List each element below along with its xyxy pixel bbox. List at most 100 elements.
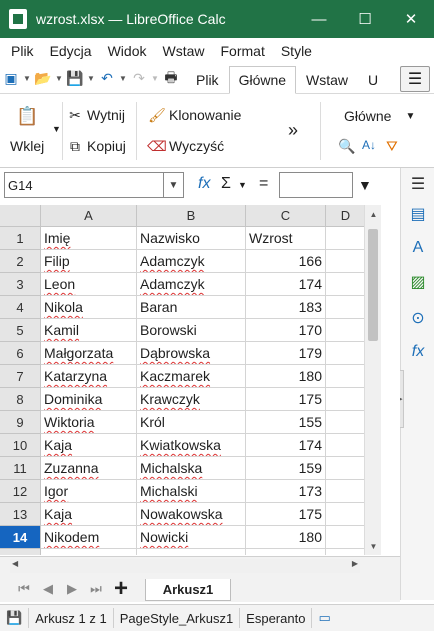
row-header[interactable]: 5 xyxy=(0,319,41,342)
styles-icon[interactable]: A xyxy=(408,238,428,258)
row-header[interactable]: 9 xyxy=(0,411,41,434)
table-cell[interactable] xyxy=(326,342,366,365)
tab-wstaw[interactable]: Wstaw xyxy=(296,66,358,94)
row-header[interactable]: 3 xyxy=(0,273,41,296)
table-cell[interactable]: Leon xyxy=(41,273,137,296)
row-header[interactable]: 11 xyxy=(0,457,41,480)
row-header[interactable]: 1 xyxy=(0,227,41,250)
page-style[interactable]: PageStyle_Arkusz1 xyxy=(114,608,241,628)
horizontal-scrollbar[interactable]: ◀ ▶ xyxy=(10,559,360,573)
table-cell[interactable]: 159 xyxy=(246,457,326,480)
table-cell[interactable]: Adamczyk xyxy=(137,250,246,273)
table-cell[interactable]: 179 xyxy=(246,342,326,365)
cut-button[interactable]: ✂ Wytnij xyxy=(66,106,125,124)
more-chevron-icon[interactable]: » xyxy=(288,120,298,141)
style-select[interactable]: Główne ▼ xyxy=(344,108,415,124)
sheet-tab-arkusz1[interactable]: Arkusz1 xyxy=(145,579,231,601)
table-cell[interactable]: Wzrost xyxy=(246,227,326,250)
open-folder-icon[interactable]: 📂 xyxy=(32,68,54,90)
menu-style[interactable]: Style xyxy=(273,43,320,59)
table-cell[interactable]: Baran xyxy=(137,296,246,319)
paste-button[interactable]: Wklej xyxy=(10,138,44,154)
table-cell[interactable]: 175 xyxy=(246,503,326,526)
table-cell[interactable]: Wiktoria xyxy=(41,411,137,434)
filter-icon[interactable]: ⛛ xyxy=(386,138,398,155)
table-cell[interactable]: Igor xyxy=(41,480,137,503)
row-header[interactable]: 14 xyxy=(0,526,41,549)
table-cell[interactable] xyxy=(326,227,366,250)
table-cell[interactable] xyxy=(326,480,366,503)
minimize-button[interactable]: — xyxy=(296,0,342,38)
row-header[interactable]: 2 xyxy=(0,250,41,273)
row-header[interactable]: 6 xyxy=(0,342,41,365)
table-cell[interactable] xyxy=(326,503,366,526)
row-header[interactable]: 15 xyxy=(0,549,41,555)
clone-button[interactable]: 🖌 Klonowanie xyxy=(148,106,241,124)
table-cell[interactable] xyxy=(326,273,366,296)
undo-dropdown-icon[interactable]: ▼ xyxy=(118,74,128,83)
table-cell[interactable]: 173 xyxy=(246,480,326,503)
table-cell[interactable]: 183 xyxy=(246,296,326,319)
gallery-icon[interactable]: ▨ xyxy=(408,272,428,292)
sum-dropdown-icon[interactable]: ▼ xyxy=(238,180,247,190)
row-header[interactable]: 13 xyxy=(0,503,41,526)
copy-button[interactable]: ⧉ Kopiuj xyxy=(66,137,126,155)
row-header[interactable]: 4 xyxy=(0,296,41,319)
menu-wstaw[interactable]: Wstaw xyxy=(155,43,213,59)
table-cell[interactable]: Borowski xyxy=(137,319,246,342)
table-cell[interactable]: 174 xyxy=(246,273,326,296)
paste-dropdown-icon[interactable]: ▼ xyxy=(52,124,61,134)
save-dropdown-icon[interactable]: ▼ xyxy=(86,74,96,83)
table-cell[interactable] xyxy=(326,549,366,555)
expand-formula-icon[interactable]: ▼ xyxy=(358,177,372,193)
tab-glowne[interactable]: Główne xyxy=(228,65,297,94)
column-header-d[interactable]: D xyxy=(326,205,366,227)
prev-sheet-icon[interactable]: ◀ xyxy=(36,581,60,597)
equals-icon[interactable]: = xyxy=(259,175,268,193)
table-cell[interactable]: 170 xyxy=(246,319,326,342)
table-cell[interactable] xyxy=(326,296,366,319)
redo-dropdown-icon[interactable]: ▼ xyxy=(150,74,160,83)
table-cell[interactable]: Dominika xyxy=(41,388,137,411)
clear-button[interactable]: ⌫ Wyczyść xyxy=(147,137,224,155)
row-header[interactable]: 7 xyxy=(0,365,41,388)
scroll-right-icon[interactable]: ▶ xyxy=(352,559,358,568)
first-sheet-icon[interactable]: ⏮ xyxy=(12,581,36,597)
maximize-button[interactable]: ☐ xyxy=(342,0,388,38)
sidebar-menu-icon[interactable]: ☰ xyxy=(408,174,428,194)
table-cell[interactable]: Kamil xyxy=(41,319,137,342)
column-header-a[interactable]: A xyxy=(41,205,137,227)
table-cell[interactable] xyxy=(326,457,366,480)
new-dropdown-icon[interactable]: ▼ xyxy=(22,74,32,83)
table-cell[interactable] xyxy=(326,526,366,549)
table-cell[interactable] xyxy=(326,365,366,388)
table-cell[interactable] xyxy=(326,250,366,273)
tab-plik[interactable]: Plik xyxy=(186,66,229,94)
scroll-up-icon[interactable]: ▲ xyxy=(365,207,382,221)
column-header-b[interactable]: B xyxy=(137,205,246,227)
row-header[interactable]: 12 xyxy=(0,480,41,503)
new-document-icon[interactable]: ▣ xyxy=(0,68,22,90)
table-cell[interactable]: 180 xyxy=(246,365,326,388)
table-cell[interactable]: Małgorzata xyxy=(41,342,137,365)
table-cell[interactable]: 174 xyxy=(246,434,326,457)
table-cell[interactable] xyxy=(326,319,366,342)
table-cell[interactable] xyxy=(326,411,366,434)
scroll-left-icon[interactable]: ◀ xyxy=(12,559,18,568)
name-box-dropdown-icon[interactable]: ▼ xyxy=(163,173,183,197)
table-cell[interactable]: Zuzanna xyxy=(41,457,137,480)
navigator-icon[interactable]: ⊙ xyxy=(408,308,428,328)
undo-icon[interactable]: ↶ xyxy=(96,68,118,90)
menu-widok[interactable]: Widok xyxy=(100,43,155,59)
paste-icon[interactable]: 📋 xyxy=(16,106,38,127)
print-icon[interactable]: 🖶 xyxy=(160,68,182,90)
next-sheet-icon[interactable]: ▶ xyxy=(60,581,84,597)
menu-edycja[interactable]: Edycja xyxy=(42,43,100,59)
open-dropdown-icon[interactable]: ▼ xyxy=(54,74,64,83)
sheet-position[interactable]: Arkusz 1 z 1 xyxy=(29,608,114,628)
row-header[interactable]: 8 xyxy=(0,388,41,411)
table-cell[interactable]: Kaczmarek xyxy=(137,365,246,388)
function-wizard-icon[interactable]: fx xyxy=(198,175,210,193)
close-button[interactable]: ✕ xyxy=(388,0,434,38)
menu-format[interactable]: Format xyxy=(213,43,273,59)
